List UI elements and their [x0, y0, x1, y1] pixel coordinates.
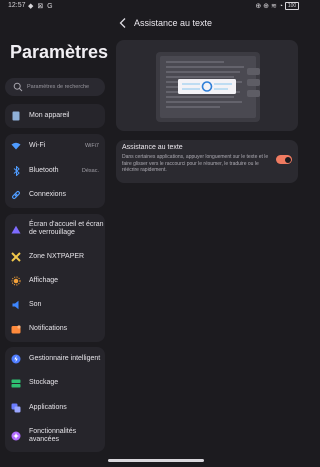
- search-input[interactable]: Paramètres de recherche: [5, 78, 105, 96]
- battery-icon: 100: [285, 2, 299, 11]
- notification-icons: ◆ ⊠ G: [28, 3, 54, 10]
- search-icon: [13, 82, 23, 92]
- bluetooth-icon: [11, 166, 21, 176]
- sidebar-item-label: Stockage: [29, 379, 59, 386]
- sidebar-item-wifi[interactable]: Wi-Fi WiFi7: [5, 136, 105, 156]
- detail-title: Assistance au texte: [134, 18, 213, 28]
- feature-illustration: [116, 40, 298, 131]
- device-icon: [11, 111, 21, 121]
- wifi-network-value: WiFi7: [84, 143, 99, 149]
- sidebar-item-label: Gestionnaire intelligent: [29, 355, 101, 362]
- sidebar-item-son[interactable]: Son: [5, 295, 105, 315]
- system-icons: ⊕ ⊕ ≋ ◔ 100: [255, 2, 299, 11]
- text-assist-setting[interactable]: Assistance au texte Dans certaines appli…: [116, 140, 298, 183]
- link-icon: [11, 190, 21, 200]
- setting-title: Assistance au texte: [122, 144, 183, 151]
- sound-icon: [11, 300, 21, 310]
- settings-group-system: Gestionnaire intelligent Stockage Applic…: [5, 347, 105, 452]
- advanced-features-icon: [11, 431, 21, 441]
- sidebar-item-label: Connexions: [29, 191, 66, 198]
- settings-group-display: Écran d'accueil et écran de verrouillage…: [5, 214, 105, 342]
- search-placeholder: Paramètres de recherche: [27, 84, 90, 90]
- sidebar-item-ecran-accueil[interactable]: Écran d'accueil et écran de verrouillage: [5, 218, 105, 240]
- sidebar-item-stockage[interactable]: Stockage: [5, 373, 105, 393]
- display-icon: [11, 276, 21, 286]
- setting-description: Dans certaines applications, appuyer lon…: [122, 154, 269, 173]
- apps-icon: [11, 403, 21, 413]
- wifi-icon: [11, 141, 21, 151]
- storage-icon: [11, 378, 21, 388]
- sidebar-item-label: Son: [29, 301, 42, 308]
- sidebar-item-label: Notifications: [29, 325, 68, 332]
- home-indicator[interactable]: [108, 459, 204, 462]
- nxtpaper-icon: [11, 252, 21, 262]
- sidebar-item-label: Wi-Fi: [29, 142, 46, 149]
- sidebar-item-label: Bluetooth: [29, 167, 59, 174]
- sidebar-item-label: Affichage: [29, 277, 59, 284]
- settings-group-device: Mon appareil: [5, 104, 105, 128]
- sidebar-item-label: Écran d'accueil et écran de verrouillage: [29, 221, 104, 236]
- status-time: 12:57: [8, 2, 26, 9]
- sidebar-item-gestionnaire[interactable]: Gestionnaire intelligent: [5, 349, 105, 369]
- page-title: Paramètres: [10, 42, 109, 62]
- status-bar: 12:57 ◆ ⊠ G ⊕ ⊕ ≋ ◔ 100: [0, 0, 305, 12]
- sidebar-item-label: Mon appareil: [29, 112, 70, 119]
- sidebar-item-notifications[interactable]: Notifications: [5, 319, 105, 339]
- sidebar-item-fonctionnalites[interactable]: Fonctionnalités avancées: [5, 425, 105, 447]
- settings-group-connectivity: Wi-Fi WiFi7 Bluetooth Désac. Connexions: [5, 134, 105, 208]
- sidebar-item-label: Applications: [29, 404, 67, 411]
- sidebar-item-label: Fonctionnalités avancées: [29, 428, 77, 443]
- text-assist-toggle[interactable]: [276, 155, 292, 164]
- notifications-icon: [11, 324, 21, 334]
- sidebar-item-zone-nxtpaper[interactable]: Zone NXTPAPER: [5, 247, 105, 267]
- back-arrow-icon[interactable]: [118, 17, 128, 29]
- sidebar-item-applications[interactable]: Applications: [5, 398, 105, 418]
- sidebar-item-label: Zone NXTPAPER: [29, 253, 85, 260]
- status-system-icons: ⊕ ⊕ ≋ ◔: [255, 3, 284, 10]
- sidebar-item-connexions[interactable]: Connexions: [5, 185, 105, 205]
- sidebar-item-affichage[interactable]: Affichage: [5, 271, 105, 291]
- sidebar-item-bluetooth[interactable]: Bluetooth Désac.: [5, 161, 105, 181]
- home-screen-icon: [11, 224, 21, 234]
- bluetooth-status-value: Désac.: [81, 168, 99, 174]
- smart-manager-icon: [11, 354, 21, 364]
- sidebar-item-mon-appareil[interactable]: Mon appareil: [5, 106, 105, 126]
- toggle-knob: [284, 156, 291, 163]
- text-assist-illustration-icon: [156, 52, 260, 122]
